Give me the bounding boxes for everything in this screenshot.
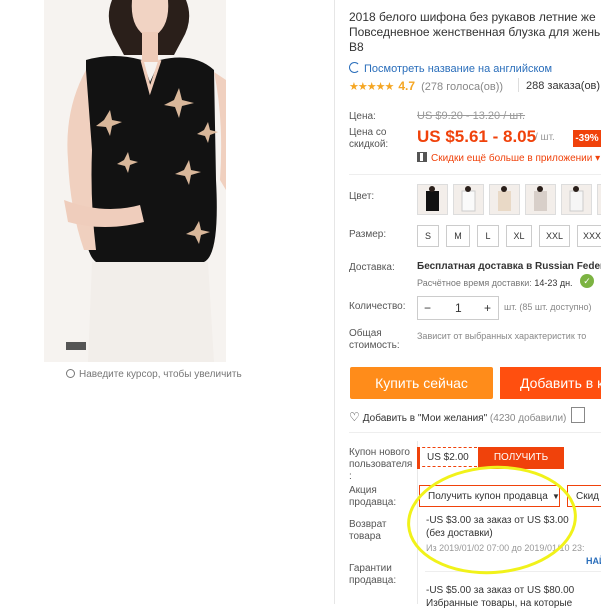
size-option-s[interactable]: S <box>417 225 439 247</box>
blouse-illustration <box>44 0 226 362</box>
title-line: Повседневное женственная блузка для жень <box>349 25 601 39</box>
wishlist-count: (4230 добавили) <box>489 413 567 424</box>
find-more-link[interactable]: НАЙ <box>586 556 601 566</box>
second-offer: -US $5.00 за заказ от US $80.00 Избранны… <box>426 584 574 610</box>
separator <box>518 78 519 92</box>
quantity-decrement-button[interactable]: − <box>424 297 431 319</box>
total-note: Зависит от выбранных характеристик то <box>417 331 587 341</box>
app-discount-link[interactable]: Скидки ещё больше в приложении ▾ <box>417 151 600 164</box>
delivery-time-value: 14-23 дн. <box>534 278 573 288</box>
discount-badge: -39% <box>573 130 601 147</box>
wishlist-link[interactable]: ♡ Добавить в "Мои желания" (4230 добавили… <box>349 410 566 424</box>
magnifier-icon <box>66 369 75 378</box>
color-label: Цвет: <box>349 191 375 202</box>
zoom-hint-text: Наведите курсор, чтобы увеличить <box>79 369 242 380</box>
shipping-label: Доставка: <box>349 262 395 273</box>
size-option-xl[interactable]: XL <box>506 225 532 247</box>
swatch-thumbnail <box>426 186 439 211</box>
column-divider <box>334 0 335 604</box>
quantity-input[interactable]: 1 <box>455 297 462 319</box>
delivery-time: Расчётное время доставки: 14-23 дн. <box>417 278 573 288</box>
shipping-destination[interactable]: Бесплатная доставка в Russian Federa <box>417 261 601 272</box>
rating[interactable]: ★★★★★ 4.7 (278 голоса(ов)) <box>349 79 503 93</box>
seller-guarantee-label: Гарантии продавца: <box>349 563 397 586</box>
translate-link[interactable]: Посмотреть название на английском <box>349 61 552 75</box>
zoom-hint: Наведите курсор, чтобы увеличить <box>66 368 242 380</box>
app-discount-text[interactable]: Скидки ещё больше в приложении ▾ <box>431 153 600 164</box>
orders-count: 288 заказа(ов) <box>526 80 601 92</box>
product-title: 2018 белого шифона без рукавов летние же… <box>349 10 601 55</box>
add-to-cart-button[interactable]: Добавить в к <box>500 367 601 399</box>
divider <box>349 432 601 433</box>
size-option-m[interactable]: M <box>446 225 470 247</box>
color-swatch[interactable] <box>597 184 601 215</box>
color-swatch[interactable] <box>561 184 592 215</box>
swatch-thumbnail <box>498 186 511 211</box>
total-label: Общая стоимость: <box>349 328 400 351</box>
per-unit: / шт. <box>535 132 555 143</box>
return-label: Возврат товара <box>349 519 387 542</box>
swatch-thumbnail <box>569 186 584 212</box>
delivery-time-label: Расчётное время доставки: <box>417 278 532 288</box>
share-icon[interactable] <box>571 407 585 423</box>
product-main-image[interactable] <box>44 0 226 362</box>
offer-line: -US $5.00 за заказ от US $80.00 <box>426 585 575 596</box>
color-swatch[interactable] <box>453 184 484 215</box>
divider <box>349 174 601 175</box>
quantity-label: Количество: <box>349 301 406 312</box>
wishlist-text[interactable]: Добавить в "Мои желания" <box>363 413 487 424</box>
size-label: Размер: <box>349 229 387 240</box>
checkmark-icon: ✓ <box>580 274 594 288</box>
new-user-coupon-value: US $2.00 <box>417 447 477 469</box>
quantity-stepper[interactable]: − 1 + <box>417 296 499 320</box>
rating-value: 4.7 <box>398 79 416 93</box>
size-option-l[interactable]: L <box>477 225 499 247</box>
translate-icon <box>349 62 360 73</box>
old-price: US $9.20 - 13.20 / шт. <box>417 110 526 122</box>
color-swatch[interactable] <box>417 184 448 215</box>
discount-price-label: Цена со скидкой: <box>349 127 389 150</box>
swatch-thumbnail <box>534 186 547 211</box>
swatch-thumbnail <box>461 186 476 212</box>
seller-promo-label: Акция продавца: <box>349 485 397 508</box>
heart-icon: ♡ <box>349 410 360 424</box>
translate-link-text[interactable]: Посмотреть название на английском <box>364 63 552 75</box>
qr-code-icon <box>417 152 427 162</box>
buy-now-button[interactable]: Купить сейчас <box>350 367 493 399</box>
title-line: B8 <box>349 40 364 54</box>
price-label: Цена: <box>349 111 376 122</box>
star-rating-icon: ★★★★★ <box>349 81 394 93</box>
color-swatch[interactable] <box>489 184 520 215</box>
votes-count[interactable]: (278 голоса(ов)) <box>421 81 503 93</box>
color-swatch[interactable] <box>525 184 556 215</box>
title-line: 2018 белого шифона без рукавов летние же <box>349 10 596 24</box>
size-option-xxxl[interactable]: XXX <box>577 225 601 247</box>
size-option-xxl[interactable]: XXL <box>539 225 570 247</box>
quantity-increment-button[interactable]: + <box>484 297 491 319</box>
new-user-coupon-label: Купон нового пользователя : <box>349 447 413 482</box>
sale-price: US $5.61 - 8.05 <box>417 127 537 146</box>
stock-note: шт. (85 шт. доступно) <box>504 302 592 312</box>
